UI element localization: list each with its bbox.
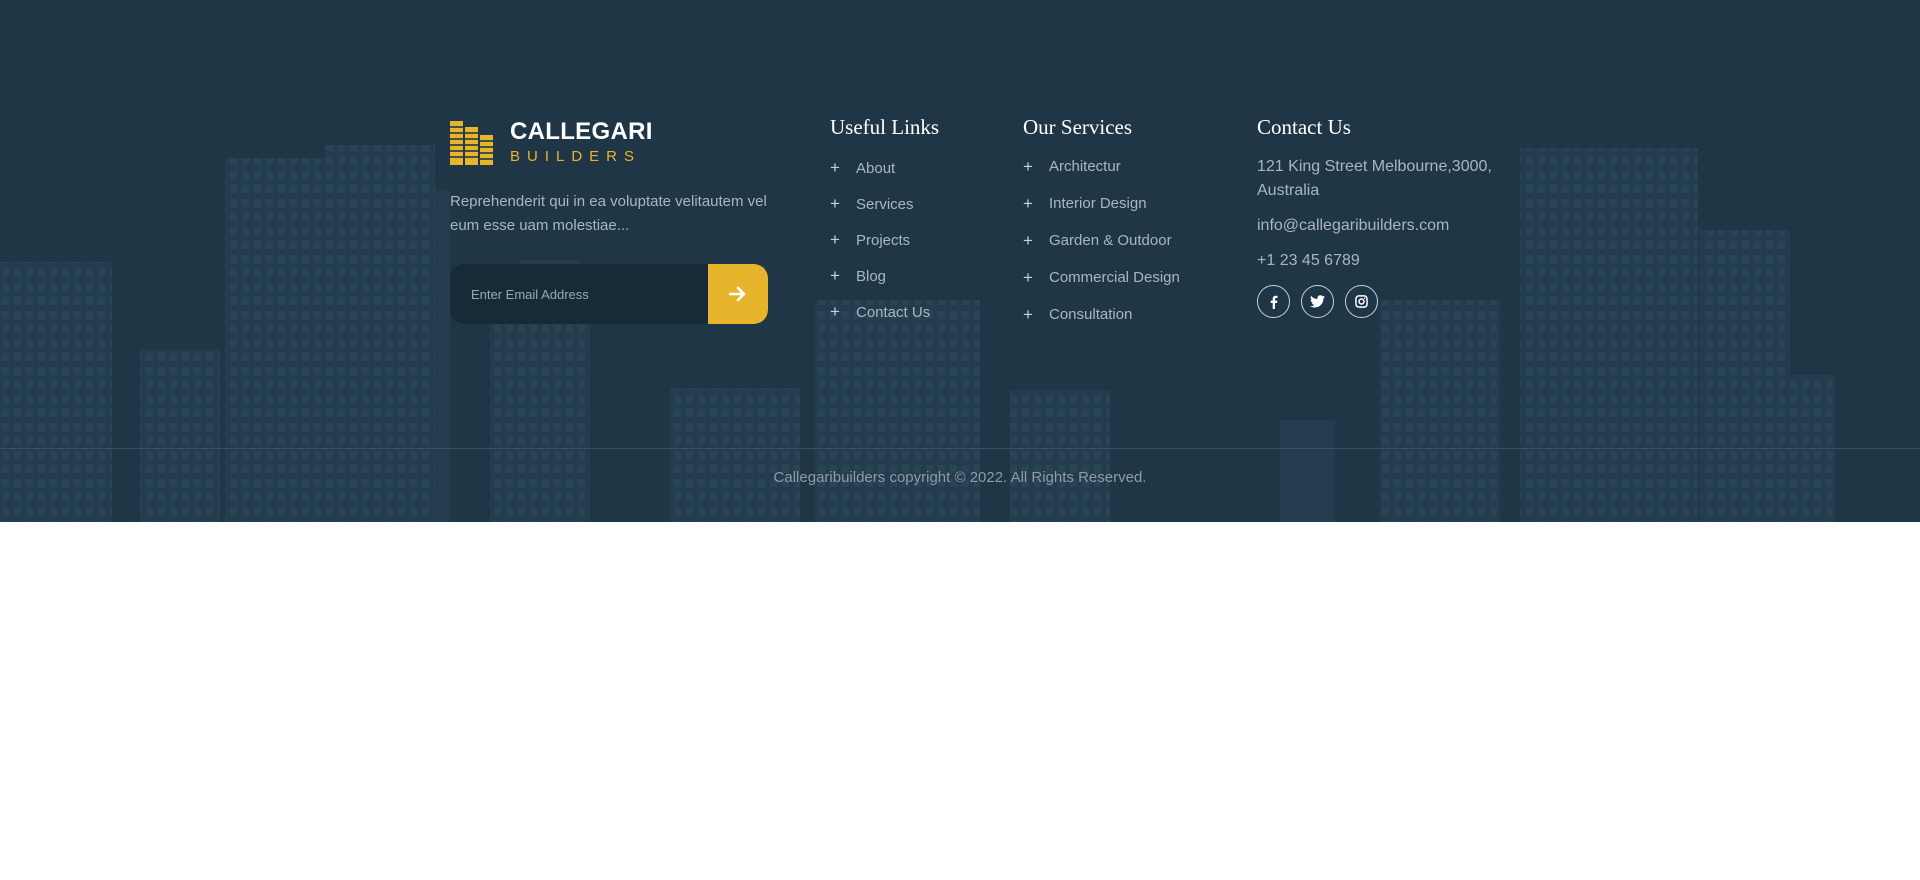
arrow-right-icon — [729, 286, 746, 302]
link-services[interactable]: + Services — [830, 186, 939, 222]
plus-icon: + — [830, 266, 840, 285]
link-label: About — [856, 159, 896, 177]
link-projects[interactable]: + Projects — [830, 222, 939, 258]
contact-phone[interactable]: +1 23 45 6789 — [1257, 249, 1517, 273]
plus-icon: + — [1023, 230, 1033, 250]
useful-links-column: Useful Links + About + Services + Projects … — [830, 112, 939, 330]
plus-icon: + — [830, 302, 840, 321]
service-consultation[interactable]: + Consultation — [1023, 296, 1180, 333]
service-label: Garden & Outdoor — [1049, 232, 1172, 249]
link-contact-us[interactable]: + Contact Us — [830, 294, 939, 330]
twitter-icon — [1310, 295, 1325, 308]
logo[interactable]: CALLEGARI BUILDERS — [450, 118, 770, 168]
link-label: Contact Us — [856, 303, 931, 321]
link-about[interactable]: + About — [830, 150, 939, 186]
facebook-icon — [1270, 295, 1277, 309]
link-label: Services — [856, 195, 914, 213]
brand-column: CALLEGARI BUILDERS Reprehenderit qui in … — [450, 118, 770, 324]
twitter-button[interactable] — [1301, 285, 1334, 318]
facebook-button[interactable] — [1257, 285, 1290, 318]
contact-column: Contact Us 121 King Street Melbourne,300… — [1257, 112, 1517, 318]
contact-email[interactable]: info@callegaribuilders.com — [1257, 214, 1517, 238]
plus-icon: + — [1023, 156, 1033, 176]
newsletter-form — [450, 264, 768, 324]
link-label: Blog — [856, 267, 887, 285]
site-footer: CALLEGARI BUILDERS Reprehenderit qui in … — [0, 0, 1920, 522]
contact-heading: Contact Us — [1257, 115, 1351, 139]
brand-tagline: BUILDERS — [510, 148, 642, 165]
useful-links-list: + About + Services + Projects + Blog + Contac… — [830, 150, 939, 330]
service-label: Interior Design — [1049, 195, 1147, 212]
service-label: Commercial Design — [1049, 269, 1180, 286]
plus-icon: + — [1023, 193, 1033, 213]
buildings-logo-icon — [450, 121, 493, 165]
services-list: + Architectur + Interior Design + Garden & … — [1023, 148, 1180, 333]
subscribe-button[interactable] — [708, 264, 768, 324]
service-garden-outdoor[interactable]: + Garden & Outdoor — [1023, 222, 1180, 259]
service-commercial-design[interactable]: + Commercial Design — [1023, 259, 1180, 296]
contact-address: 121 King Street Melbourne,3000, Australi… — [1257, 158, 1492, 199]
useful-links-heading: Useful Links — [830, 115, 940, 139]
brand-description: Reprehenderit qui in ea voluptate velita… — [450, 193, 767, 234]
link-blog[interactable]: + Blog — [830, 258, 939, 294]
plus-icon: + — [830, 158, 840, 177]
email-input[interactable] — [450, 264, 708, 324]
services-heading: Our Services — [1023, 115, 1133, 139]
service-architectur[interactable]: + Architectur — [1023, 148, 1180, 185]
service-label: Architectur — [1049, 158, 1121, 175]
service-interior-design[interactable]: + Interior Design — [1023, 185, 1180, 222]
copyright-text: Callegaribuilders copyright © 2022. All … — [773, 469, 1147, 486]
instagram-icon — [1355, 295, 1368, 308]
service-label: Consultation — [1049, 306, 1133, 323]
instagram-button[interactable] — [1345, 285, 1378, 318]
link-label: Projects — [856, 231, 911, 249]
plus-icon: + — [830, 230, 840, 249]
brand-name: CALLEGARI — [510, 118, 653, 145]
footer-content: CALLEGARI BUILDERS Reprehenderit qui in … — [0, 0, 1920, 448]
plus-icon: + — [1023, 267, 1033, 287]
plus-icon: + — [830, 194, 840, 213]
social-links — [1257, 285, 1517, 318]
footer-divider — [0, 448, 1920, 449]
services-column: Our Services + Architectur + Interior Desi… — [1023, 112, 1180, 333]
plus-icon: + — [1023, 304, 1033, 324]
